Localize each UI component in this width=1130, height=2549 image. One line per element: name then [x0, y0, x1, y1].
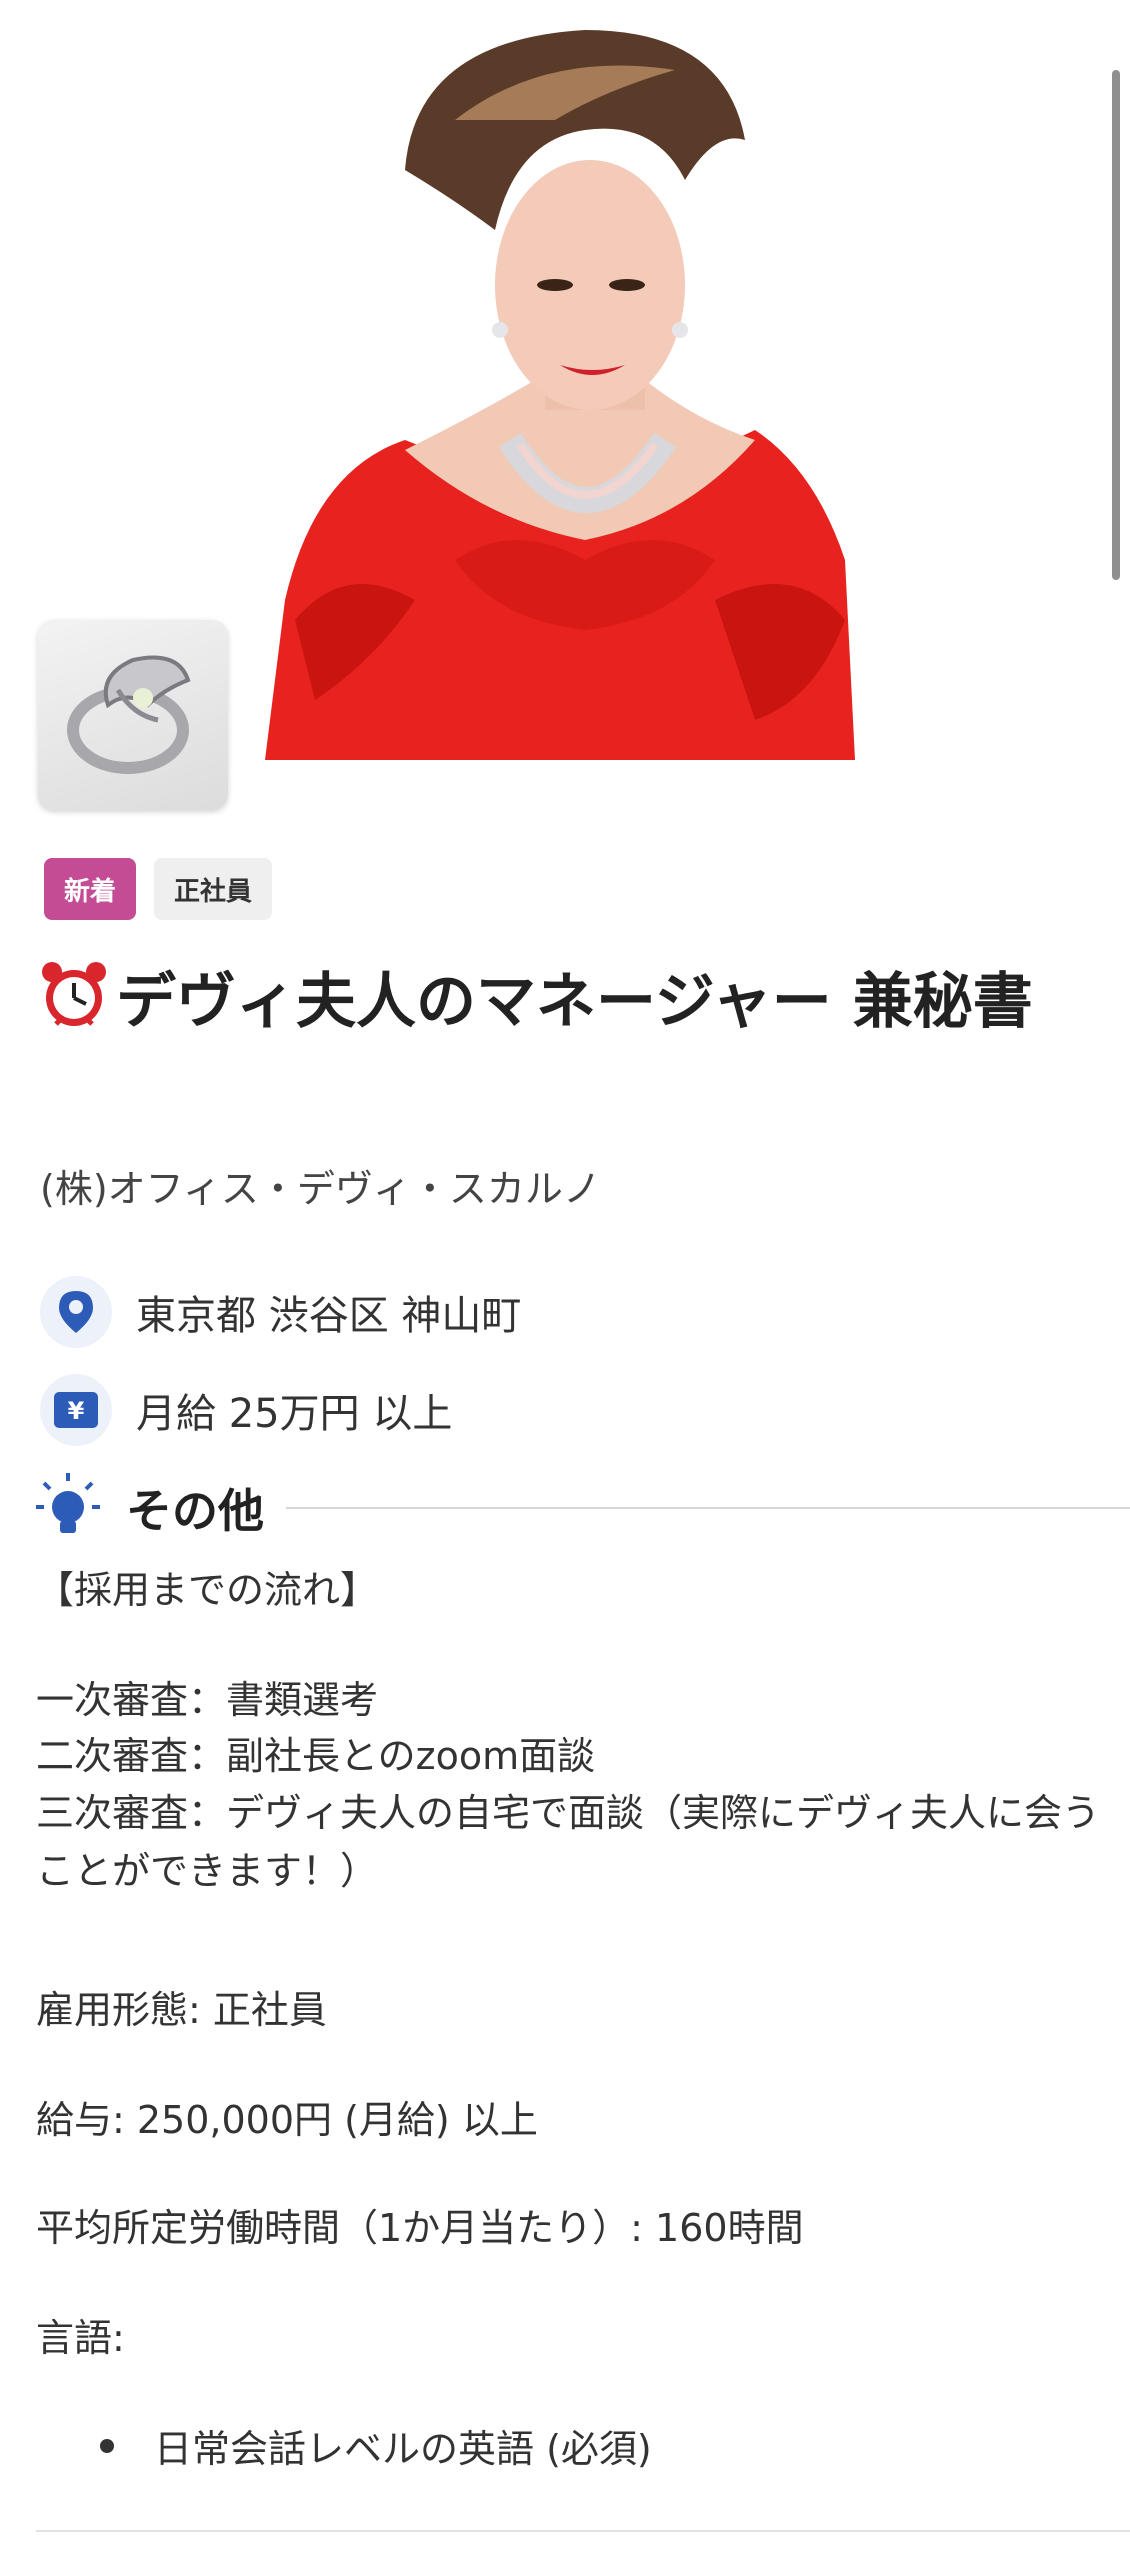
step-2: 二次審査：副社長とのzoom面談	[36, 1734, 596, 1778]
step-3: 三次審査：デヴィ夫人の自宅で面談（実際にデヴィ夫人に会うことができます！）	[36, 1791, 1101, 1893]
section-header-other: その他	[36, 1468, 1130, 1548]
hero-photo	[255, 0, 915, 760]
section-title: その他	[126, 1484, 264, 1538]
language-label: 言語:	[36, 2316, 125, 2360]
salary-row: ¥ 月給 25万円 以上	[40, 1374, 452, 1446]
employment-type-text: 雇用形態: 正社員	[36, 1988, 327, 2032]
language-item-text: 日常会話レベルの英語 (必須)	[154, 2427, 652, 2471]
step-1: 一次審査：書類選考	[36, 1678, 379, 1722]
badge-group: 新着 正社員	[44, 858, 273, 920]
job-title: デヴィ夫人のマネージャー 兼秘書	[38, 958, 1078, 1054]
svg-text:¥: ¥	[68, 1397, 85, 1425]
company-name[interactable]: (株)オフィス・デヴィ・スカルノ	[40, 1158, 601, 1213]
alarm-clock-icon	[38, 958, 110, 1054]
bottom-divider	[36, 2530, 1130, 2532]
location-row: 東京都 渋谷区 神山町	[40, 1276, 521, 1348]
location-text: 東京都 渋谷区 神山町	[136, 1293, 522, 1339]
yen-icon: ¥	[40, 1374, 112, 1446]
location-pin-icon	[40, 1276, 112, 1348]
section-divider	[286, 1507, 1130, 1509]
employment-type-badge: 正社員	[154, 858, 273, 920]
new-badge: 新着	[44, 858, 137, 920]
salary-text: 月給 25万円 以上	[136, 1391, 453, 1437]
salary-detail-text: 給与: 250,000円 (月給) 以上	[36, 2098, 538, 2142]
scrollbar[interactable]	[1112, 70, 1120, 580]
lightbulb-icon	[36, 1471, 100, 1545]
language-list-item: 日常会話レベルの英語 (必須)	[100, 2418, 652, 2473]
bullet-icon	[100, 2438, 114, 2453]
job-title-text: デヴィ夫人のマネージャー 兼秘書	[116, 967, 1033, 1037]
job-detail-page: 新着 正社員 デヴィ夫人のマネージャー 兼秘書 (株)オフィス・デヴィ・スカルノ	[0, 0, 1130, 2549]
working-hours-text: 平均所定労働時間（1か月当たり）: 160時間	[36, 2206, 804, 2250]
process-heading: 【採用までの流れ】	[36, 1568, 379, 1612]
company-logo	[38, 620, 228, 810]
